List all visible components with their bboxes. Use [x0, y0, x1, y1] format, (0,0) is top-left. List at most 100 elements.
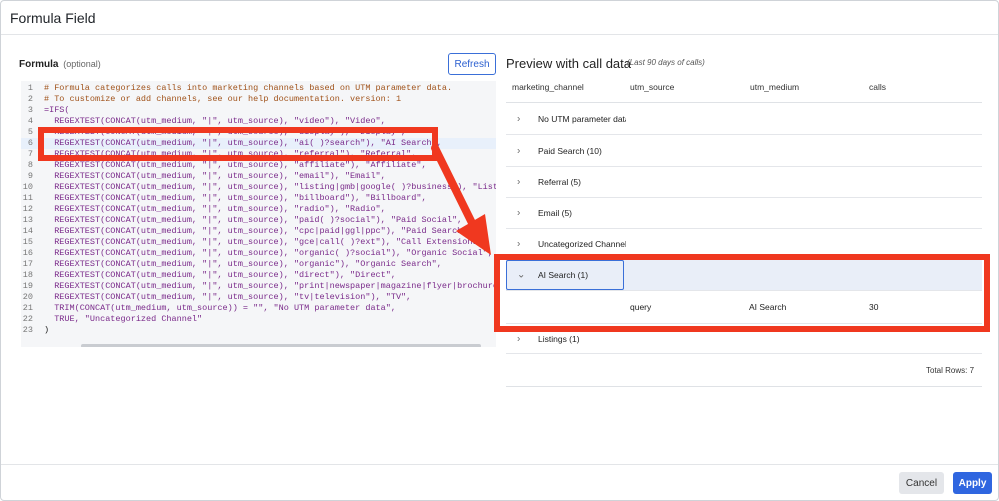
- editor-horizontal-scrollbar[interactable]: [81, 344, 481, 347]
- line-number: 15: [22, 237, 33, 247]
- optional-hint: (optional): [63, 59, 101, 69]
- chevron-down-icon[interactable]: ⌄: [517, 270, 525, 281]
- code-line[interactable]: 14 REGEXTEST(CONCAT(utm_medium, "|", utm…: [21, 226, 496, 237]
- line-number: 5: [27, 127, 33, 137]
- table-row[interactable]: › Paid Search (10): [506, 135, 982, 167]
- line-code: REGEXTEST(CONCAT(utm_medium, "|", utm_so…: [44, 237, 488, 247]
- chevron-right-icon[interactable]: ›: [517, 113, 520, 124]
- chevron-right-icon[interactable]: ›: [517, 177, 520, 188]
- column-header-utm-source[interactable]: utm_source: [630, 82, 674, 92]
- preview-bottom-divider: [506, 386, 982, 387]
- preview-title: Preview with call data: [506, 56, 631, 71]
- line-code: # To customize or add channels, see our …: [44, 94, 402, 104]
- code-line[interactable]: 22 TRUE, "Uncategorized Channel": [21, 314, 496, 325]
- row-label: No UTM parameter data: [538, 113, 626, 124]
- line-number: 13: [22, 215, 33, 225]
- refresh-button[interactable]: Refresh: [448, 53, 496, 75]
- code-line[interactable]: 3 =IFS(: [21, 105, 496, 116]
- code-line[interactable]: 5 REGEXTEST(CONCAT(utm_medium, "|", utm_…: [21, 127, 496, 138]
- code-line[interactable]: 9 REGEXTEST(CONCAT(utm_medium, "|", utm_…: [21, 171, 496, 182]
- column-header-marketing-channel[interactable]: marketing_channel: [512, 82, 584, 92]
- code-line[interactable]: 23): [21, 325, 496, 336]
- chevron-right-icon[interactable]: ›: [517, 333, 520, 344]
- code-line[interactable]: 2 # To customize or add channels, see our…: [21, 94, 496, 105]
- cancel-button[interactable]: Cancel: [899, 472, 944, 494]
- row-label: Email (5): [538, 208, 573, 218]
- table-row[interactable]: › Referral (5): [506, 167, 982, 198]
- column-header-utm-medium[interactable]: utm_medium: [750, 82, 799, 92]
- code-line[interactable]: 4 REGEXTEST(CONCAT(utm_medium, "|", utm_…: [21, 116, 496, 127]
- code-line[interactable]: 13 REGEXTEST(CONCAT(utm_medium, "|", utm…: [21, 215, 496, 226]
- code-line[interactable]: 16 REGEXTEST(CONCAT(utm_medium, "|", utm…: [21, 248, 496, 259]
- line-number: 11: [22, 193, 33, 203]
- line-number: 2: [27, 94, 33, 104]
- line-code: REGEXTEST(CONCAT(utm_medium, "|", utm_so…: [44, 226, 473, 236]
- line-number: 3: [27, 105, 33, 115]
- row-label: AI Search (1): [538, 270, 589, 280]
- line-code: REGEXTEST(CONCAT(utm_medium, "|", utm_so…: [44, 204, 386, 214]
- calls-cell: 30: [869, 302, 879, 312]
- utm-source-cell: query: [630, 302, 652, 312]
- line-number: 10: [22, 182, 33, 192]
- line-code: =IFS(: [44, 105, 70, 115]
- line-number: 4: [27, 116, 33, 126]
- line-number: 14: [22, 226, 33, 236]
- code-line[interactable]: 21 TRIM(CONCAT(utm_medium, utm_source)) …: [21, 303, 496, 314]
- line-number: 6: [27, 138, 33, 148]
- dialog-title: Formula Field: [10, 10, 96, 26]
- code-line[interactable]: 17 REGEXTEST(CONCAT(utm_medium, "|", utm…: [21, 259, 496, 270]
- table-row[interactable]: › Email (5): [506, 198, 982, 229]
- formula-label: Formula (optional): [19, 59, 101, 70]
- total-rows-count: Total Rows: 7: [926, 366, 975, 375]
- code-line[interactable]: 12 REGEXTEST(CONCAT(utm_medium, "|", utm…: [21, 204, 496, 215]
- chevron-right-icon[interactable]: ›: [517, 208, 520, 219]
- dialog-header: Formula Field: [1, 1, 998, 35]
- row-label: Uncategorized Channel (: [538, 239, 626, 249]
- line-code: REGEXTEST(CONCAT(utm_medium, "|", utm_so…: [44, 116, 386, 126]
- line-number: 21: [22, 303, 33, 313]
- utm-medium-cell: AI Search: [749, 302, 787, 312]
- chevron-right-icon[interactable]: ›: [517, 239, 520, 250]
- line-code: REGEXTEST(CONCAT(utm_medium, "|", utm_so…: [44, 281, 496, 291]
- code-line[interactable]: 15 REGEXTEST(CONCAT(utm_medium, "|", utm…: [21, 237, 496, 248]
- line-code: REGEXTEST(CONCAT(utm_medium, "|", utm_so…: [44, 215, 463, 225]
- formula-editor[interactable]: 1 # Formula categorizes calls into market…: [21, 81, 496, 347]
- table-row[interactable]: › Listings (1): [506, 324, 982, 354]
- line-code: REGEXTEST(CONCAT(utm_medium, "|", utm_so…: [44, 182, 496, 192]
- detail-row: query AI Search 30: [506, 291, 982, 324]
- code-line[interactable]: 8 REGEXTEST(CONCAT(utm_medium, "|", utm_…: [21, 160, 496, 171]
- apply-button[interactable]: Apply: [953, 472, 992, 494]
- line-code: REGEXTEST(CONCAT(utm_medium, "|", utm_so…: [44, 292, 412, 302]
- line-number: 19: [22, 281, 33, 291]
- line-number: 8: [27, 160, 33, 170]
- line-code: ): [44, 325, 50, 335]
- chevron-right-icon[interactable]: ›: [517, 145, 520, 156]
- line-number: 20: [22, 292, 33, 302]
- row-label: Referral (5): [538, 177, 581, 187]
- line-number: 7: [27, 149, 33, 159]
- line-code: REGEXTEST(CONCAT(utm_medium, "|", utm_so…: [44, 259, 442, 269]
- code-line[interactable]: 11 REGEXTEST(CONCAT(utm_medium, "|", utm…: [21, 193, 496, 204]
- line-code: REGEXTEST(CONCAT(utm_medium, "|", utm_so…: [44, 248, 493, 258]
- line-code: # Formula categorizes calls into marketi…: [44, 83, 453, 93]
- code-line[interactable]: 10 REGEXTEST(CONCAT(utm_medium, "|", utm…: [21, 182, 496, 193]
- table-row[interactable]: › Uncategorized Channel (: [506, 229, 982, 260]
- code-line[interactable]: 20 REGEXTEST(CONCAT(utm_medium, "|", utm…: [21, 292, 496, 303]
- table-row[interactable]: › No UTM parameter data: [506, 103, 982, 135]
- table-row-selected[interactable]: ⌄ AI Search (1): [506, 260, 982, 291]
- code-line[interactable]: 18 REGEXTEST(CONCAT(utm_medium, "|", utm…: [21, 270, 496, 281]
- line-number: 23: [22, 325, 33, 335]
- formula-field-dialog: Formula Field Formula (optional) Refresh…: [0, 0, 999, 501]
- line-code: REGEXTEST(CONCAT(utm_medium, "|", utm_so…: [44, 160, 427, 170]
- formula-label-text: Formula: [19, 59, 59, 70]
- code-line[interactable]: 1 # Formula categorizes calls into market…: [21, 83, 496, 94]
- line-number: 1: [27, 83, 33, 93]
- line-number: 17: [22, 259, 33, 269]
- line-code: REGEXTEST(CONCAT(utm_medium, "|", utm_so…: [44, 171, 386, 181]
- line-code: TRUE, "Uncategorized Channel": [44, 314, 203, 324]
- code-line[interactable]: 6 REGEXTEST(CONCAT(utm_medium, "|", utm_…: [21, 138, 496, 149]
- column-header-calls[interactable]: calls: [869, 82, 886, 92]
- code-line[interactable]: 19 REGEXTEST(CONCAT(utm_medium, "|", utm…: [21, 281, 496, 292]
- line-number: 9: [27, 171, 33, 181]
- code-line[interactable]: 7 REGEXTEST(CONCAT(utm_medium, "|", utm_…: [21, 149, 496, 160]
